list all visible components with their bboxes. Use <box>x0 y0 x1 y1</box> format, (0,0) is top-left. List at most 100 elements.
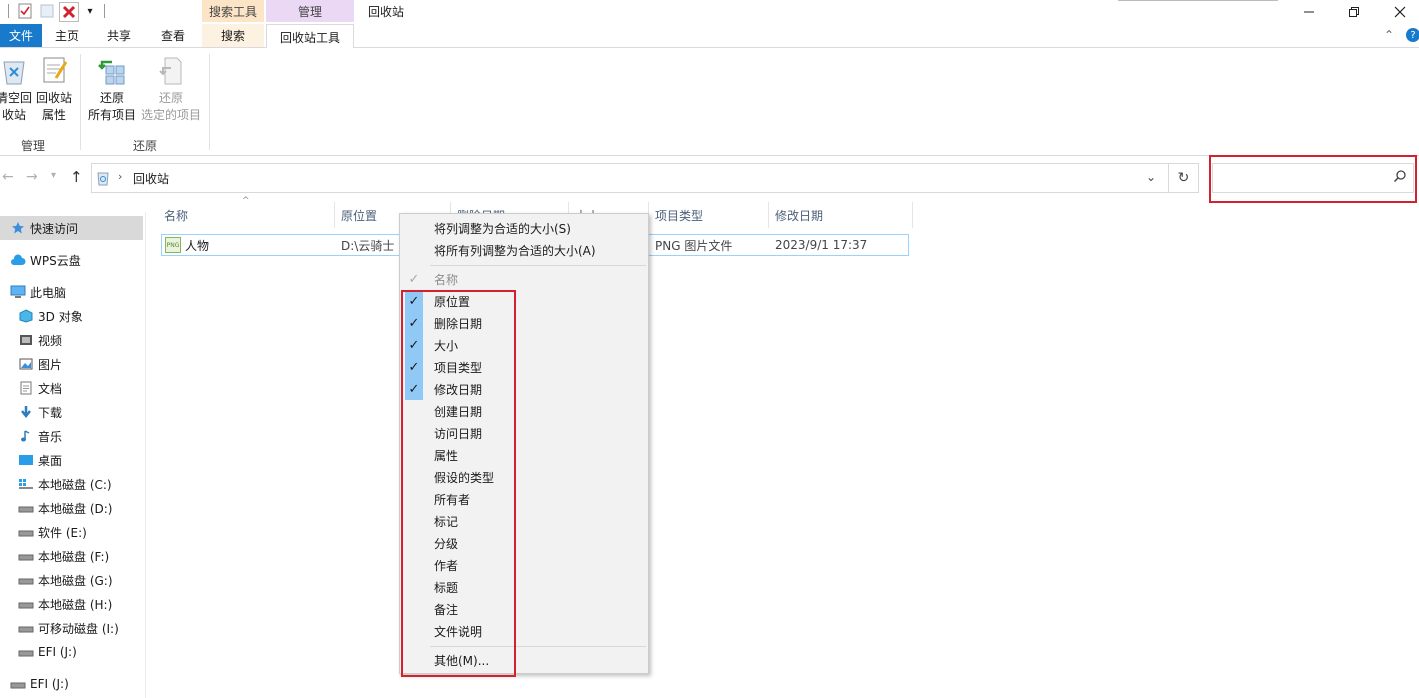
tab-share[interactable]: 共享 <box>96 24 142 47</box>
recycle-bin-icon <box>0 54 30 86</box>
refresh-button[interactable]: ↻ <box>1169 163 1199 193</box>
menu-item-fit-column[interactable]: 将列调整为合适的大小(S) <box>400 217 648 239</box>
minimize-button[interactable] <box>1286 0 1332 24</box>
tab-file[interactable]: 文件 <box>0 24 42 47</box>
nav-drive-e[interactable]: 软件 (E:) <box>18 521 87 543</box>
nav-label: 视频 <box>38 333 63 348</box>
props-label-1: 回收站 <box>35 91 72 105</box>
tab-search[interactable]: 搜索 <box>202 24 264 47</box>
nav-drive-c[interactable]: 本地磁盘 (C:) <box>18 473 112 495</box>
nav-downloads[interactable]: 下载 <box>18 401 62 423</box>
recent-locations-icon[interactable]: ▾ <box>51 170 56 181</box>
search-tools-header: 搜索工具 <box>202 0 264 22</box>
title-bar: ▾ 搜索工具 管理 回收站 <box>0 0 1419 24</box>
help-icon[interactable]: ? <box>1406 28 1419 42</box>
empty-label-2: 收站 <box>1 108 26 122</box>
breadcrumb-chevron-icon[interactable]: › <box>118 170 122 183</box>
nav-label: 音乐 <box>38 429 63 444</box>
tab-home[interactable]: 主页 <box>44 24 90 47</box>
ribbon-divider <box>80 54 81 150</box>
menu-item-name[interactable]: ✓ 名称 <box>400 268 648 290</box>
tab-view[interactable]: 查看 <box>150 24 196 47</box>
check-icon: ✓ <box>408 271 420 287</box>
menu-item-fit-all-columns[interactable]: 将所有列调整为合适的大小(A) <box>400 239 648 261</box>
png-file-icon: PNG <box>165 237 181 253</box>
restore-all-label-1: 还原 <box>99 91 124 105</box>
nav-label: 本地磁盘 (H:) <box>38 597 113 612</box>
nav-music[interactable]: 音乐 <box>18 425 62 447</box>
group-label-restore: 还原 <box>133 139 158 153</box>
restore-selected-label-1: 还原 <box>158 91 183 105</box>
address-path[interactable]: 回收站 <box>133 170 169 187</box>
nav-label: WPS云盘 <box>30 253 81 268</box>
tab-recycle-bin-tools[interactable]: 回收站工具 <box>266 24 354 49</box>
restore-all-label-2: 所有项目 <box>87 108 136 122</box>
title-divider <box>1118 0 1278 1</box>
column-header-item-type[interactable]: 项目类型 <box>649 202 769 228</box>
menu-label: 将列调整为合适的大小(S) <box>434 221 571 236</box>
nav-this-pc[interactable]: 此电脑 <box>10 281 66 303</box>
nav-label: 本地磁盘 (G:) <box>38 573 113 588</box>
nav-label: 图片 <box>38 357 63 372</box>
column-header-modified[interactable]: 修改日期 <box>769 202 913 228</box>
nav-drive-f[interactable]: 本地磁盘 (F:) <box>18 545 109 567</box>
restore-selected-button[interactable]: 还原 选定的项目 <box>140 54 202 124</box>
nav-drive-j-root[interactable]: EFI (J:) <box>10 673 69 695</box>
delete-icon[interactable] <box>59 2 79 22</box>
menu-label: 名称 <box>434 272 459 287</box>
restore-selected-icon <box>155 54 187 86</box>
nav-documents[interactable]: 文档 <box>18 377 62 399</box>
nav-pictures[interactable]: 图片 <box>18 353 62 375</box>
nav-drive-h[interactable]: 本地磁盘 (H:) <box>18 593 112 615</box>
nav-quick-access[interactable]: 快速访问 <box>10 217 78 239</box>
nav-label: 本地磁盘 (D:) <box>38 501 113 516</box>
search-highlight-box <box>1209 155 1417 203</box>
drive-icon <box>10 676 26 692</box>
nav-label: 本地磁盘 (F:) <box>38 549 110 564</box>
nav-3d-objects[interactable]: 3D 对象 <box>18 305 83 327</box>
restore-button[interactable] <box>1331 0 1377 24</box>
nav-drive-d[interactable]: 本地磁盘 (D:) <box>18 497 112 519</box>
nav-drive-j[interactable]: EFI (J:) <box>18 641 77 663</box>
ribbon-divider <box>209 54 210 150</box>
star-icon <box>10 220 26 236</box>
menu-highlight-box <box>401 290 516 677</box>
file-name[interactable]: 人物 <box>185 234 325 256</box>
menu-label: 将所有列调整为合适的大小(A) <box>434 243 596 258</box>
nav-drive-g[interactable]: 本地磁盘 (G:) <box>18 569 113 591</box>
up-arrow-icon[interactable]: ↑ <box>70 168 83 186</box>
forward-arrow-icon[interactable]: → <box>26 169 38 185</box>
address-dropdown-icon[interactable]: ⌄ <box>1146 170 1156 184</box>
restore-all-button[interactable]: 还原 所有项目 <box>86 54 138 124</box>
properties-icon[interactable] <box>17 3 33 19</box>
empty-recycle-bin-button[interactable]: 清空回 收站 <box>0 54 34 124</box>
nav-desktop[interactable]: 桌面 <box>18 449 62 471</box>
separator-icon <box>0 3 16 19</box>
new-folder-icon[interactable] <box>39 3 55 19</box>
properties-icon <box>38 54 70 86</box>
file-modified: 2023/9/1 17:37 <box>775 238 868 252</box>
nav-label: 快速访问 <box>30 221 79 236</box>
nav-drive-i[interactable]: 可移动磁盘 (I:) <box>18 617 119 639</box>
window-title: 回收站 <box>368 5 405 19</box>
nav-wps-cloud[interactable]: WPS云盘 <box>10 249 81 271</box>
back-arrow-icon[interactable]: ← <box>2 169 14 185</box>
recycle-bin-small-icon <box>95 170 111 186</box>
refresh-icon: ↻ <box>1177 170 1190 186</box>
menu-separator <box>430 265 646 266</box>
column-header-name[interactable]: 名称 <box>158 202 335 228</box>
address-bar[interactable]: › 回收站 ⌄ <box>91 163 1169 193</box>
drive-icon <box>18 524 34 540</box>
nav-videos[interactable]: 视频 <box>18 329 62 351</box>
collapse-ribbon-icon[interactable]: ⌃ <box>1384 28 1394 42</box>
drive-icon <box>18 500 34 516</box>
close-button[interactable] <box>1377 0 1419 24</box>
ribbon: 清空回 收站 回收站 属性 管理 还原 所有项目 还原 选定的项目 还原 <box>0 48 1419 156</box>
recycle-bin-properties-button[interactable]: 回收站 属性 <box>34 54 74 124</box>
nav-label: 文档 <box>38 381 63 396</box>
nav-label: 下载 <box>38 405 63 420</box>
nav-label: EFI (J:) <box>38 645 77 659</box>
restore-selected-label-2: 选定的项目 <box>140 108 201 122</box>
file-orig-location: D:\云骑士 <box>341 238 395 253</box>
file-item-type: PNG 图片文件 <box>655 238 733 253</box>
